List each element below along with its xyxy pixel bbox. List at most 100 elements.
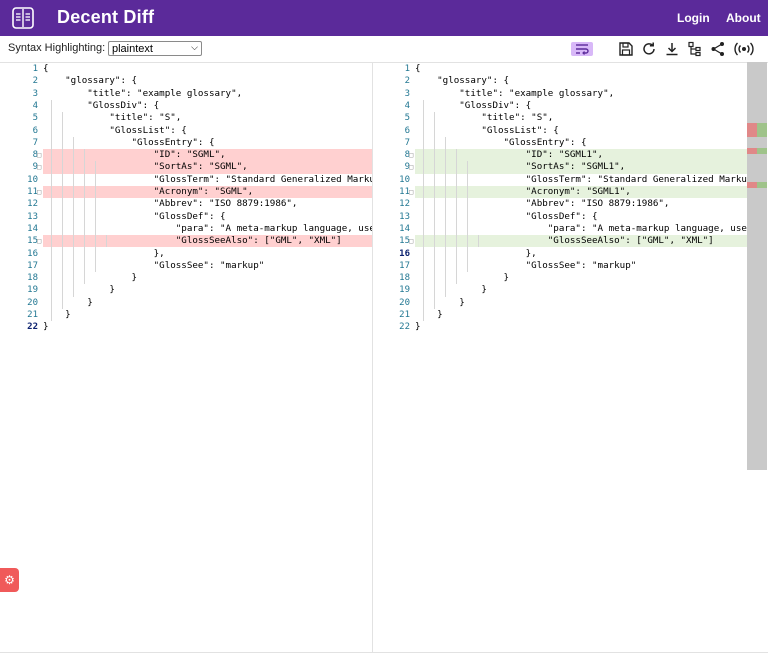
code-text: "GlossList": { bbox=[415, 124, 559, 136]
code-line: 8 □ "ID": "SGML1", bbox=[372, 149, 747, 162]
syntax-language-value: plaintext bbox=[112, 43, 153, 55]
code-text: "title": "S", bbox=[43, 112, 182, 124]
refresh-button[interactable] bbox=[640, 40, 658, 58]
line-number: 8 bbox=[32, 150, 38, 161]
code-line: 16 }, bbox=[372, 248, 747, 260]
code-text: "GlossTerm": "Standard Generalized Marku… bbox=[525, 173, 747, 185]
code-text: "GlossSeeAlso": ["GML", "XML"] bbox=[415, 235, 714, 247]
indent-guide bbox=[83, 149, 85, 285]
line-number: 5 bbox=[404, 113, 410, 124]
code-text: } bbox=[415, 321, 421, 333]
line-number: 16 bbox=[399, 248, 410, 259]
code-text: } bbox=[43, 272, 138, 284]
code-line: 22} bbox=[372, 321, 747, 333]
about-link[interactable]: About bbox=[726, 11, 761, 25]
indent-guide bbox=[433, 112, 435, 309]
code-text: "Acronym": "SGML", bbox=[43, 186, 254, 197]
word-wrap-button[interactable] bbox=[571, 42, 593, 56]
line-number: 3 bbox=[404, 88, 410, 99]
code-text: "ID": "SGML", bbox=[43, 149, 226, 161]
syntax-language-select[interactable]: plaintext ⌵ bbox=[108, 41, 202, 56]
line-number: 18 bbox=[27, 273, 38, 284]
code-text: "glossary": { bbox=[415, 75, 510, 87]
diff-indicator-icon: □ bbox=[37, 163, 42, 172]
indent-guide bbox=[61, 112, 63, 309]
code-line: 5 "title": "S", bbox=[372, 112, 747, 124]
line-number: 2 bbox=[32, 76, 38, 87]
line-number: 22 bbox=[27, 322, 38, 333]
chevron-down-icon: ⌵ bbox=[191, 42, 198, 52]
line-number: 18 bbox=[399, 273, 410, 284]
code-line: 21 } bbox=[372, 309, 747, 321]
code-line: 2 "glossary": { bbox=[372, 75, 747, 87]
code-line: 1{ bbox=[372, 63, 747, 75]
code-line: 10 "GlossTerm": "Standard Generalized Ma… bbox=[0, 174, 372, 186]
diff-marker-deleted bbox=[747, 182, 757, 188]
code-line: 11 □ "Acronym": "SGML", bbox=[0, 186, 372, 199]
code-line: 7 "GlossEntry": { bbox=[0, 137, 372, 149]
word-wrap-icon bbox=[576, 44, 589, 55]
code-text: } bbox=[415, 272, 510, 284]
code-text: "GlossSee": "markup" bbox=[43, 259, 265, 271]
diff-indicator-icon: □ bbox=[37, 188, 42, 196]
refresh-icon bbox=[643, 42, 655, 55]
code-line: 1{ bbox=[0, 63, 372, 75]
code-line: 7 "GlossEntry": { bbox=[372, 137, 747, 149]
code-text: "GlossEntry": { bbox=[415, 136, 587, 148]
code-text: } bbox=[43, 321, 49, 333]
code-line: 17 "GlossSee": "markup" bbox=[372, 260, 747, 272]
code-text: "Abbrev": "ISO 8879:1986", bbox=[43, 198, 298, 210]
share-icon bbox=[711, 42, 724, 56]
line-number: 1 bbox=[32, 64, 38, 74]
indent-guide bbox=[422, 99, 424, 322]
code-text: } bbox=[43, 284, 115, 296]
broadcast-button[interactable] bbox=[733, 40, 755, 58]
code-line: 2 "glossary": { bbox=[0, 75, 372, 87]
indent-guide bbox=[444, 136, 446, 297]
code-line: 18 } bbox=[372, 272, 747, 284]
save-button[interactable] bbox=[617, 40, 635, 58]
line-number: 9 bbox=[404, 162, 410, 173]
diff-indicator-icon: □ bbox=[37, 237, 42, 246]
line-number: 20 bbox=[399, 297, 410, 308]
share-button[interactable] bbox=[709, 40, 727, 58]
original-editor-pane[interactable]: 1{2 "glossary": {3 "title": "example glo… bbox=[0, 62, 373, 652]
line-number: 10 bbox=[27, 174, 38, 185]
syntax-highlighting-label: Syntax Highlighting: bbox=[8, 42, 106, 54]
indent-guide bbox=[478, 235, 480, 248]
code-text: "GlossDef": { bbox=[43, 210, 226, 222]
indent-guide bbox=[106, 235, 108, 248]
code-text: "GlossDiv": { bbox=[43, 99, 160, 111]
indent-guide bbox=[466, 161, 468, 273]
code-text: "title": "example glossary", bbox=[43, 87, 243, 99]
line-number: 1 bbox=[404, 64, 410, 74]
line-number: 16 bbox=[27, 248, 38, 259]
settings-icon: ⚙ bbox=[4, 573, 15, 587]
code-line: 17 "GlossSee": "markup" bbox=[0, 260, 372, 272]
code-text: } bbox=[43, 309, 71, 320]
tree-view-button[interactable] bbox=[686, 40, 704, 58]
code-line: 18 } bbox=[0, 272, 372, 284]
code-line: 12 "Abbrev": "ISO 8879:1986", bbox=[0, 198, 372, 210]
line-number: 15 bbox=[27, 236, 38, 247]
diff-indicator-icon: □ bbox=[409, 163, 414, 172]
line-number: 12 bbox=[27, 199, 38, 210]
indent-guide bbox=[72, 136, 74, 297]
login-link[interactable]: Login bbox=[677, 11, 710, 25]
code-text: } bbox=[415, 309, 443, 320]
settings-button[interactable]: ⚙ bbox=[0, 568, 19, 592]
save-icon bbox=[619, 42, 633, 56]
editor-toolbar: Syntax Highlighting: plaintext ⌵ bbox=[0, 36, 768, 63]
code-text: "GlossTerm": "Standard Generalized Marku… bbox=[43, 173, 373, 185]
download-button[interactable] bbox=[663, 40, 681, 58]
line-number: 17 bbox=[27, 260, 38, 271]
modified-editor-pane[interactable]: 1{2 "glossary": {3 "title": "example glo… bbox=[372, 62, 747, 652]
line-number: 21 bbox=[399, 310, 410, 320]
line-number: 3 bbox=[32, 88, 38, 99]
code-text: "Abbrev": "ISO 8879:1986", bbox=[415, 198, 670, 210]
code-text: { bbox=[415, 63, 421, 74]
code-text: "GlossSee": "markup" bbox=[415, 259, 637, 271]
code-text: "GlossList": { bbox=[43, 124, 187, 136]
diff-indicator-icon: □ bbox=[409, 237, 414, 246]
line-number: 22 bbox=[399, 322, 410, 333]
